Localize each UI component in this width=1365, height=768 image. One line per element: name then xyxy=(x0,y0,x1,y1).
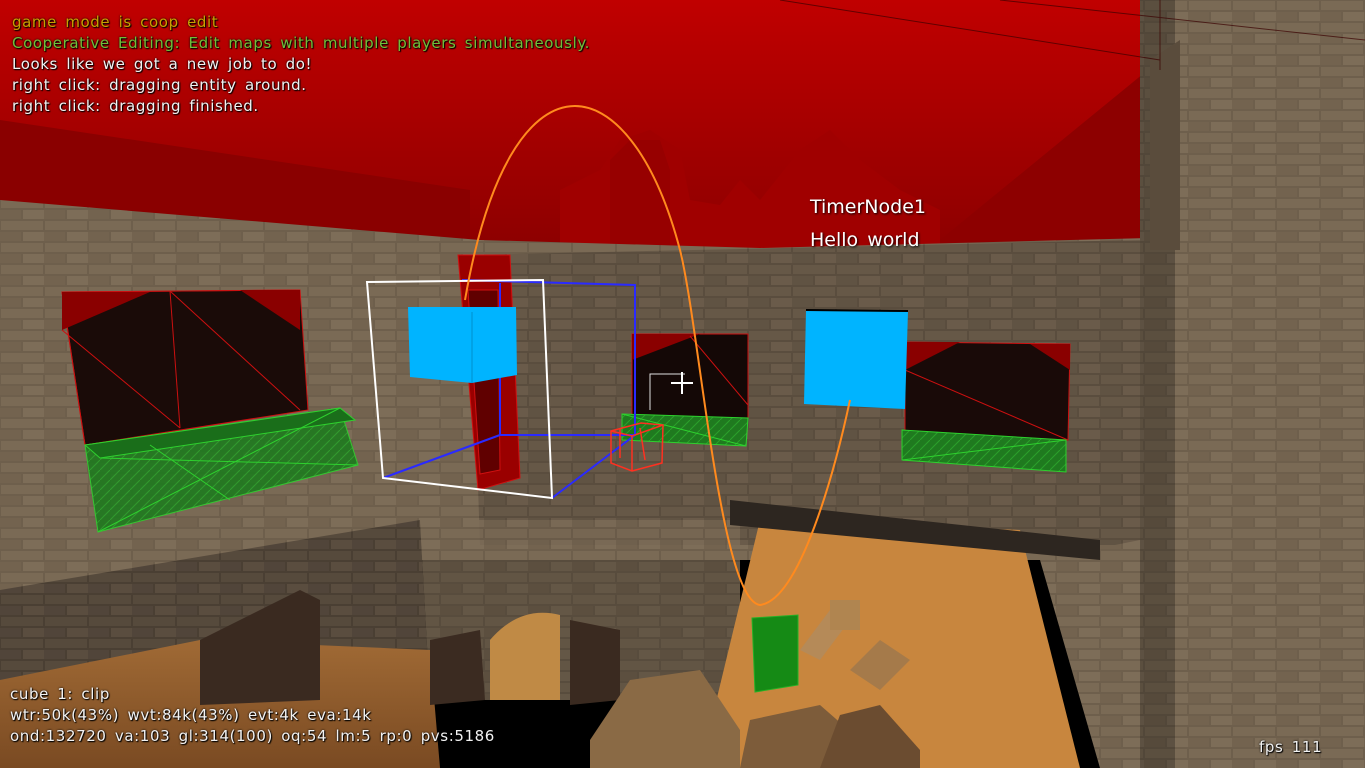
entity-name-label: TimerNode1 xyxy=(810,196,926,218)
window-center xyxy=(631,333,749,419)
stats-cube-info: cube 1: clip xyxy=(10,685,110,703)
console-log: game mode is coop edit Cooperative Editi… xyxy=(12,12,590,117)
console-line-dragging-finished: right click: dragging finished. xyxy=(12,97,259,115)
entity-message-label: Hello world xyxy=(810,229,920,251)
wooden-door-right xyxy=(570,620,620,705)
console-line-game-mode: game mode is coop edit xyxy=(12,13,219,31)
debris-c xyxy=(830,600,860,630)
entity-cube-right xyxy=(804,310,908,409)
fps-counter: fps 111 xyxy=(1259,738,1323,756)
editor-stats: cube 1: clip wtr:50k(43%) wvt:84k(43%) e… xyxy=(10,684,495,747)
entity-cube-left xyxy=(408,307,517,383)
console-line-dragging-start: right click: dragging entity around. xyxy=(12,76,307,94)
right-tower-edge xyxy=(1150,40,1180,250)
stats-octree-info: ond:132720 va:103 gl:314(100) oq:54 lm:5… xyxy=(10,727,495,745)
console-line-mode-description: Cooperative Editing: Edit maps with mult… xyxy=(12,34,591,52)
console-line-new-job: Looks like we got a new job to do! xyxy=(12,55,313,73)
game-viewport[interactable]: game mode is coop edit Cooperative Editi… xyxy=(0,0,1365,768)
window-right xyxy=(904,341,1071,441)
clip-volume-small xyxy=(751,614,799,693)
stats-render-counts: wtr:50k(43%) wvt:84k(43%) evt:4k eva:14k xyxy=(10,706,372,724)
